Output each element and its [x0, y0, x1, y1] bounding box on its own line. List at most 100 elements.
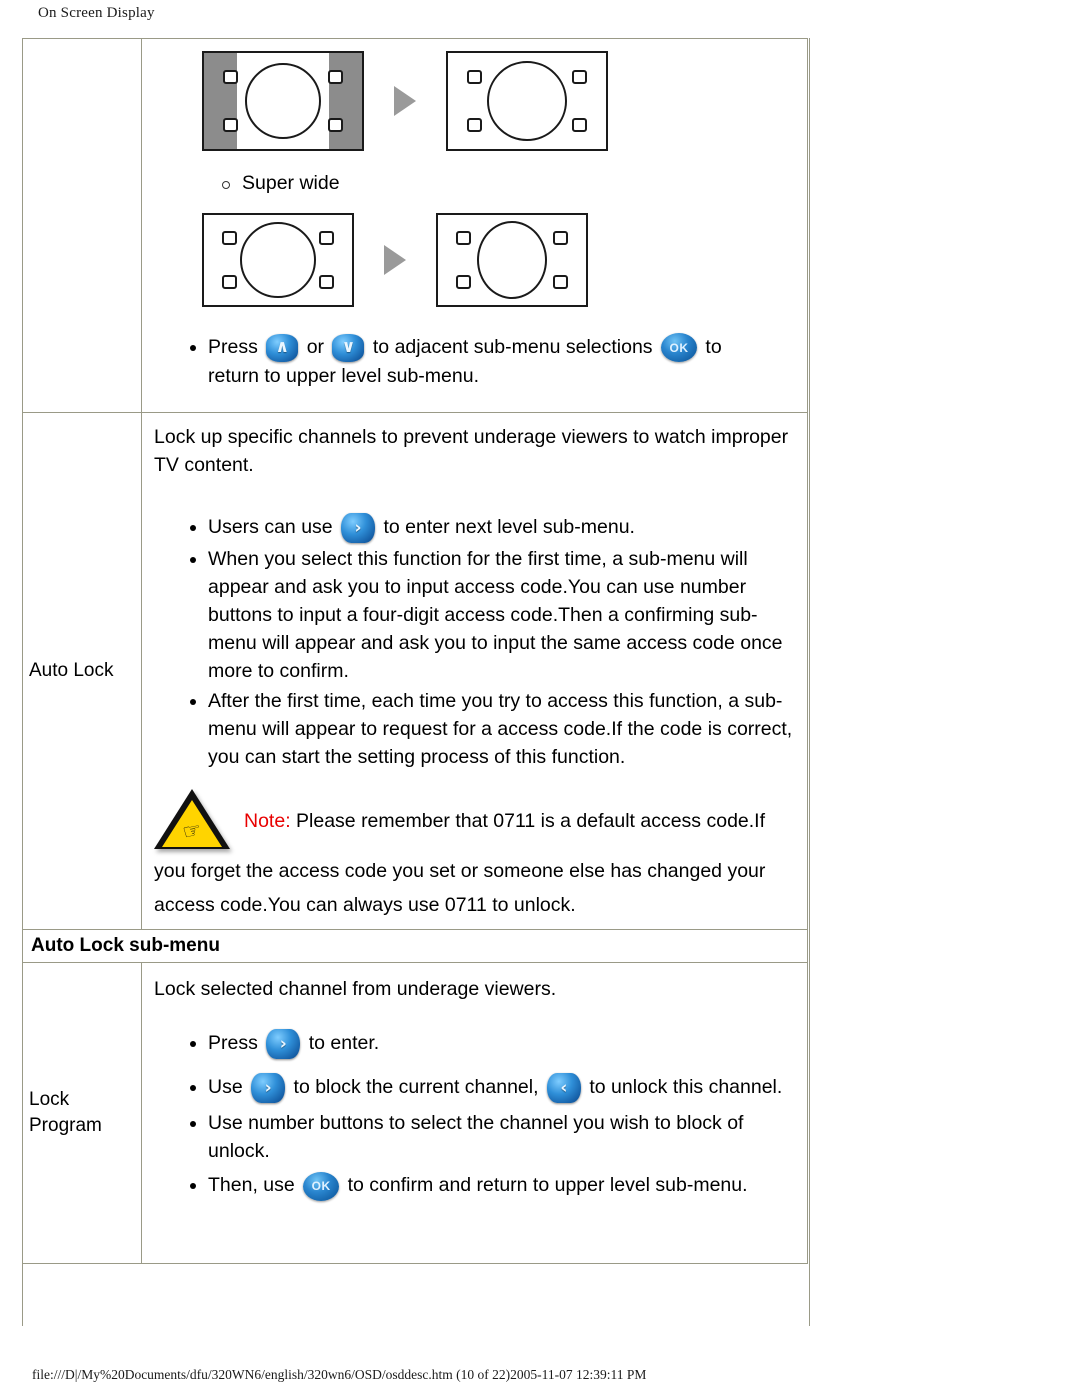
- list-item: Press ∧ or ∨ to adjacent sub-menu select…: [182, 333, 807, 390]
- bullet-pre-text: Press: [208, 1032, 258, 1055]
- list-item: Use number buttons to select the channel…: [182, 1109, 797, 1165]
- row-label-cell-auto-lock: Auto Lock: [22, 412, 142, 931]
- list-item: After the first time, each time you try …: [182, 687, 797, 771]
- row-label-cell-lock-program: Lock Program: [22, 962, 142, 1264]
- up-button-icon[interactable]: ∧: [266, 333, 299, 362]
- screen-before-pillarbox: [202, 51, 364, 151]
- chevron-down-icon: ∨: [341, 337, 356, 358]
- list-item: When you select this function for the fi…: [182, 545, 797, 685]
- chevron-right-icon: ›: [264, 1077, 272, 1098]
- warning-triangle-icon: ☞: [154, 789, 230, 851]
- corner-marker: [319, 274, 335, 289]
- corner-marker: [466, 70, 482, 85]
- option-list: Super wide: [154, 151, 807, 197]
- row-label-line-1: Lock: [29, 1089, 70, 1111]
- corner-marker: [466, 117, 482, 132]
- diagram-pillarbox-to-wide: [154, 39, 807, 151]
- circle-shape: [245, 63, 321, 139]
- list-item: Users can use › to enter next level sub-…: [182, 513, 797, 544]
- corner-marker: [455, 231, 471, 246]
- press-description: to adjacent sub-menu selections: [372, 336, 653, 358]
- screen-before-wide: [202, 213, 354, 307]
- pillar-left: [204, 53, 238, 149]
- table-row: Auto Lock Lock up specific channels to p…: [22, 412, 808, 931]
- bullet-text: After the first time, each time you try …: [208, 690, 793, 769]
- arrow-right-icon: [394, 86, 416, 116]
- diagram-wide-to-superwide: [154, 197, 807, 307]
- corner-marker: [328, 70, 344, 85]
- screen-after-superwide: [436, 213, 588, 307]
- list-item: Press › to enter.: [182, 1029, 797, 1060]
- option-super-wide: Super wide: [212, 169, 807, 197]
- auto-lock-intro: Lock up specific channels to prevent und…: [154, 426, 789, 477]
- note-text: Note: Please remember that 0711 is a def…: [244, 787, 765, 835]
- corner-marker: [222, 70, 238, 85]
- corner-marker: [572, 117, 588, 132]
- circle-shape: [477, 221, 547, 299]
- chevron-left-icon: ‹: [560, 1077, 568, 1098]
- corner-marker: [222, 117, 238, 132]
- bullet-pre-text: Users can use: [208, 516, 333, 539]
- footer-path: file:///D|/My%20Documents/dfu/320WN6/eng…: [32, 1367, 647, 1382]
- chevron-right-icon: ›: [279, 1033, 287, 1054]
- bullet-post-text: to unlock this channel.: [589, 1076, 783, 1099]
- corner-marker: [455, 274, 471, 289]
- right-button-icon[interactable]: ›: [341, 513, 376, 544]
- lock-program-intro: Lock selected channel from underage view…: [154, 978, 557, 1001]
- chevron-right-icon: ›: [354, 517, 362, 538]
- bullet-pre-text: Then, use: [208, 1174, 295, 1197]
- ok-button-icon[interactable]: OK: [303, 1171, 340, 1201]
- note-keyword: Note:: [244, 810, 291, 833]
- right-button-icon[interactable]: ›: [266, 1029, 301, 1060]
- note-block: ☞ Note: Please remember that 0711 is a d…: [154, 773, 807, 929]
- note-line-3: access code.You can always use 0711 to u…: [154, 894, 576, 917]
- table-row: Auto Lock sub-menu: [22, 929, 808, 964]
- corner-marker: [221, 274, 237, 289]
- chevron-up-icon: ∧: [275, 337, 290, 358]
- screen-after-wide: [446, 51, 608, 151]
- list-item: Then, use OK to confirm and return to up…: [182, 1171, 797, 1201]
- bullet-text: When you select this function for the fi…: [208, 548, 783, 683]
- arrow-right-icon: [384, 245, 406, 275]
- note-line-2: you forget the access code you set or so…: [154, 860, 766, 883]
- press-second-line: return to upper level sub-menu.: [208, 365, 479, 388]
- row-label-text: Auto Lock: [29, 660, 114, 682]
- circle-shape: [487, 61, 567, 141]
- row-body-cell-auto-lock: Lock up specific channels to prevent und…: [141, 412, 808, 931]
- ok-label: OK: [311, 1179, 331, 1194]
- table-row: Lock Program Lock selected channel from …: [22, 962, 808, 1264]
- lock-program-bullets: Press › to enter. Use › to block the cur…: [154, 1003, 807, 1262]
- note-first-line: ☞ Note: Please remember that 0711 is a d…: [154, 787, 807, 851]
- note-body: Please remember that 0711 is a default a…: [290, 810, 766, 833]
- bullet-mid-text: to block the current channel,: [293, 1076, 539, 1099]
- right-button-icon[interactable]: ›: [251, 1073, 286, 1104]
- page-title: On Screen Display: [38, 5, 155, 21]
- corner-marker: [328, 117, 344, 132]
- corner-marker: [319, 231, 335, 246]
- corner-marker: [553, 274, 569, 289]
- ok-button-icon[interactable]: OK: [660, 333, 697, 363]
- osd-description-table: Super wide Press ∧ or ∨ to adjacent sub-…: [22, 37, 808, 1264]
- press-tail: to: [705, 336, 722, 358]
- auto-lock-bullets: Users can use › to enter next level sub-…: [154, 479, 807, 771]
- bullet-pre-text: Use: [208, 1076, 243, 1099]
- table-row: Super wide Press ∧ or ∨ to adjacent sub-…: [22, 37, 808, 414]
- bullet-post-text: to enter.: [308, 1032, 380, 1055]
- list-item: Use › to block the current channel, ‹ to…: [182, 1073, 797, 1104]
- left-button-icon[interactable]: ‹: [546, 1073, 581, 1104]
- circle-shape: [240, 222, 316, 298]
- corner-marker: [553, 231, 569, 246]
- option-label: Super wide: [242, 172, 340, 194]
- corner-marker: [221, 231, 237, 246]
- bullet-post-text: to confirm and return to upper level sub…: [347, 1174, 748, 1197]
- press-instruction-list: Press ∧ or ∨ to adjacent sub-menu select…: [154, 307, 807, 412]
- pillar-right: [328, 53, 362, 149]
- row-label-cell: [22, 37, 142, 414]
- row-label-line-2: Program: [29, 1115, 102, 1137]
- down-button-icon[interactable]: ∨: [332, 333, 365, 362]
- bullet-post-text: to enter next level sub-menu.: [383, 516, 635, 539]
- ok-label: OK: [669, 340, 689, 355]
- or-label: or: [306, 336, 325, 358]
- bullet-text: Use number buttons to select the channel…: [208, 1112, 744, 1163]
- corner-marker: [572, 70, 588, 85]
